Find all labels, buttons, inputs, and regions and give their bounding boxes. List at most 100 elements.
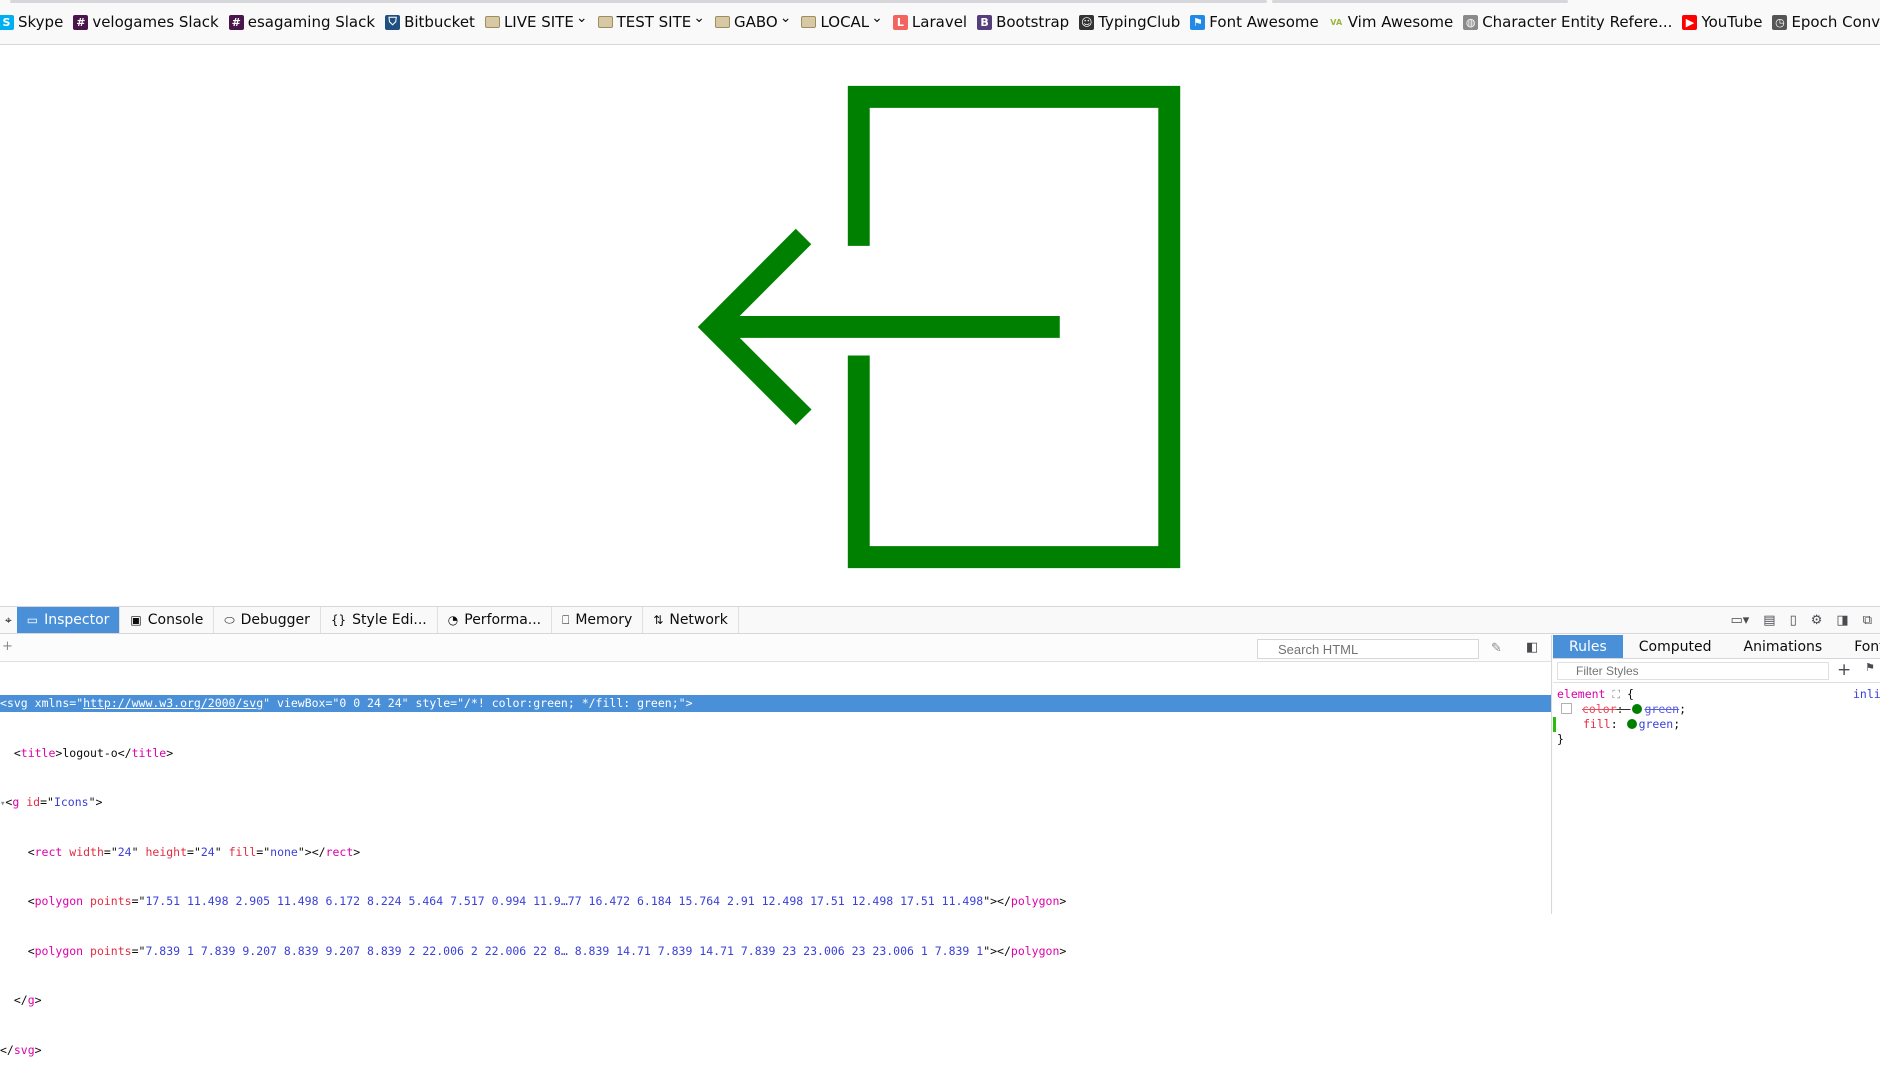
responsive-design-icon[interactable]: ▯ bbox=[1790, 613, 1797, 628]
devtools-panel: ⌖ ▭ Inspector ▣ Console ⬭ Debugger {} Style Edi… bbox=[0, 606, 1880, 1057]
bookmark-item[interactable]: ☺ TypingClub bbox=[1074, 8, 1185, 36]
color-swatch-icon[interactable] bbox=[1626, 719, 1637, 729]
bookmark-item[interactable]: S Skype bbox=[0, 8, 68, 36]
color-swatch-icon[interactable] bbox=[1632, 704, 1643, 714]
toggle-sidebar-icon[interactable]: ◧ bbox=[1526, 640, 1538, 655]
bookmark-item[interactable]: ◷Epoch Converter - Unix ... bbox=[1767, 8, 1880, 36]
rule-highlighter-icon[interactable]: ⛶ bbox=[1612, 688, 1620, 701]
title-node-line[interactable]: <title>logout-o</title> bbox=[0, 745, 1551, 762]
bookmark-label: TEST SITE bbox=[616, 13, 692, 31]
bookmark-label: velogames Slack bbox=[92, 13, 219, 31]
bookmark-item[interactable]: GABO ⌄ bbox=[710, 8, 796, 36]
markup-tree: <svg xmlns="http://www.w3.org/2000/svg" … bbox=[0, 662, 1551, 1091]
property-name[interactable]: color bbox=[1582, 702, 1617, 716]
svg-tag: svg bbox=[6, 696, 28, 710]
tab-console[interactable]: ▣ Console bbox=[120, 607, 215, 633]
tab-style-editor[interactable]: {} Style Edi... bbox=[321, 607, 438, 633]
bookmark-item[interactable]: # velogames Slack bbox=[68, 8, 223, 36]
tab-label: Performa... bbox=[464, 612, 542, 628]
bookmark-item[interactable]: ▶ YouTube bbox=[1677, 8, 1767, 36]
tab-debugger[interactable]: ⬭ Debugger bbox=[214, 607, 321, 633]
rect-fill-val: none bbox=[270, 844, 298, 859]
g-close-line[interactable]: </g> bbox=[0, 992, 1551, 1009]
bookmark-item[interactable]: ⚑ Font Awesome bbox=[1185, 8, 1323, 36]
bookmark-item[interactable]: ⛉ Bitbucket bbox=[380, 8, 480, 36]
globe-icon: ◍ bbox=[1463, 14, 1479, 30]
split-console-icon[interactable]: ▤ bbox=[1763, 613, 1775, 628]
property-value[interactable]: green bbox=[1644, 702, 1679, 716]
logout-arrow-shape bbox=[697, 228, 1060, 426]
page-viewport bbox=[0, 45, 1880, 606]
tab-performance[interactable]: ◔ Performa... bbox=[438, 607, 553, 633]
search-html-input[interactable] bbox=[1257, 639, 1479, 659]
eyedropper-icon[interactable]: ✎ bbox=[1491, 641, 1502, 656]
polygon1-points-val: 17.51 11.498 2.905 11.498 6.172 8.224 5.… bbox=[145, 894, 984, 908]
element-picker-icon[interactable]: ⌖ bbox=[0, 607, 17, 633]
separate-window-icon[interactable]: ⧉ bbox=[1863, 613, 1872, 628]
sidebar-tab[interactable]: Fonts bbox=[1838, 635, 1880, 658]
youtube-icon: ▶ bbox=[1682, 14, 1698, 30]
property-name[interactable]: fill bbox=[1583, 717, 1611, 731]
markup-toolbar: + 🔍︎ ✎ ◧ bbox=[0, 635, 1551, 662]
expand-twisty-icon[interactable]: ▾ bbox=[0, 799, 5, 809]
bookmark-item[interactable]: VA Vim Awesome bbox=[1324, 8, 1458, 36]
bookmark-label: Skype bbox=[18, 13, 64, 31]
bookmark-label: Font Awesome bbox=[1209, 13, 1319, 31]
tab-inspector[interactable]: ▭ Inspector bbox=[16, 607, 121, 633]
polygon2-node-line[interactable]: <polygon points="7.839 1 7.839 9.207 8.8… bbox=[0, 943, 1551, 960]
inspector-icon: ▭ bbox=[26, 613, 39, 627]
sidebar-tab[interactable]: Animations bbox=[1728, 635, 1839, 658]
bookmark-item[interactable]: # esagaming Slack bbox=[224, 8, 380, 36]
sidebar-tab[interactable]: Rules bbox=[1553, 635, 1623, 658]
bookmark-item[interactable]: TEST SITE ⌄ bbox=[593, 8, 710, 36]
dock-layout-icon[interactable]: ▭▾ bbox=[1730, 613, 1749, 628]
skype-icon: S bbox=[0, 14, 14, 30]
tab-memory[interactable]: ⎕ Memory bbox=[552, 607, 644, 633]
sidebar-tab[interactable]: Computed bbox=[1623, 635, 1728, 658]
add-rule-icon[interactable]: + bbox=[1837, 660, 1851, 680]
add-node-icon[interactable]: + bbox=[2, 639, 13, 654]
bookmark-label: Laravel bbox=[911, 13, 968, 31]
pseudo-class-toggle-icon[interactable]: ⚑ bbox=[1865, 661, 1875, 674]
g-node-line[interactable]: ▾<g id="Icons"> bbox=[0, 794, 1551, 811]
svg-close-line[interactable]: </svg> bbox=[0, 1042, 1551, 1059]
console-icon: ▣ bbox=[130, 613, 142, 627]
markup-view: + 🔍︎ ✎ ◧ <svg xmlns="http://www.w3.org/2… bbox=[0, 635, 1552, 1057]
clock-icon: ◷ bbox=[1772, 14, 1788, 30]
tab-network[interactable]: ⇅ Network bbox=[643, 607, 739, 633]
bookmark-label: YouTube bbox=[1701, 13, 1763, 31]
bookmark-label: Epoch Converter - Unix ... bbox=[1791, 13, 1880, 31]
filter-styles-input[interactable] bbox=[1557, 662, 1829, 680]
property-value[interactable]: green bbox=[1639, 717, 1674, 731]
polygon1-node-line[interactable]: <polygon points="17.51 11.498 2.905 11.4… bbox=[0, 893, 1551, 910]
bookmark-label: LOCAL bbox=[820, 13, 870, 31]
slack-icon: # bbox=[73, 14, 89, 30]
xmlns-link[interactable]: http://www.w3.org/2000/svg bbox=[83, 696, 263, 710]
bookmark-label: GABO bbox=[733, 13, 778, 31]
rect-width-val: 24 bbox=[117, 844, 132, 859]
bookmark-item[interactable]: L Laravel bbox=[888, 8, 972, 36]
declaration-row[interactable]: color: green; bbox=[1557, 702, 1876, 717]
settings-gear-icon[interactable]: ⚙ bbox=[1811, 613, 1823, 628]
rule-element: element ⛶ {inline color: green;fill: gre… bbox=[1553, 683, 1880, 751]
tab-label: Console bbox=[147, 612, 204, 628]
debugger-icon: ⬭ bbox=[224, 612, 235, 627]
bookmark-item[interactable]: LOCAL ⌄ bbox=[796, 8, 887, 36]
bookmark-item[interactable]: B Bootstrap bbox=[972, 8, 1074, 36]
declaration-checkbox[interactable] bbox=[1561, 703, 1572, 714]
bookmark-item[interactable]: LIVE SITE ⌄ bbox=[480, 8, 593, 36]
dock-side-icon[interactable]: ◨ bbox=[1836, 613, 1848, 628]
chevron-down-icon: ⌄ bbox=[779, 10, 792, 26]
tab-label: Style Edi... bbox=[352, 612, 427, 628]
logout-icon bbox=[697, 85, 1181, 569]
bookmark-label: LIVE SITE bbox=[503, 13, 574, 31]
bookmark-item[interactable]: ◍ Character Entity Refere... bbox=[1458, 8, 1677, 36]
declaration-row[interactable]: fill: green; bbox=[1553, 717, 1876, 732]
bitbucket-icon: ⛉ bbox=[385, 14, 401, 30]
url-bar-edge bbox=[10, 0, 1267, 3]
laravel-icon: L bbox=[892, 14, 908, 30]
rule-source[interactable]: inline bbox=[1853, 687, 1880, 702]
vimawesome-icon: VA bbox=[1330, 17, 1343, 27]
svg-node-line[interactable]: <svg xmlns="http://www.w3.org/2000/svg" … bbox=[0, 695, 1551, 712]
rect-node-line[interactable]: <rect width="24" height="24" fill="none"… bbox=[0, 844, 1551, 861]
